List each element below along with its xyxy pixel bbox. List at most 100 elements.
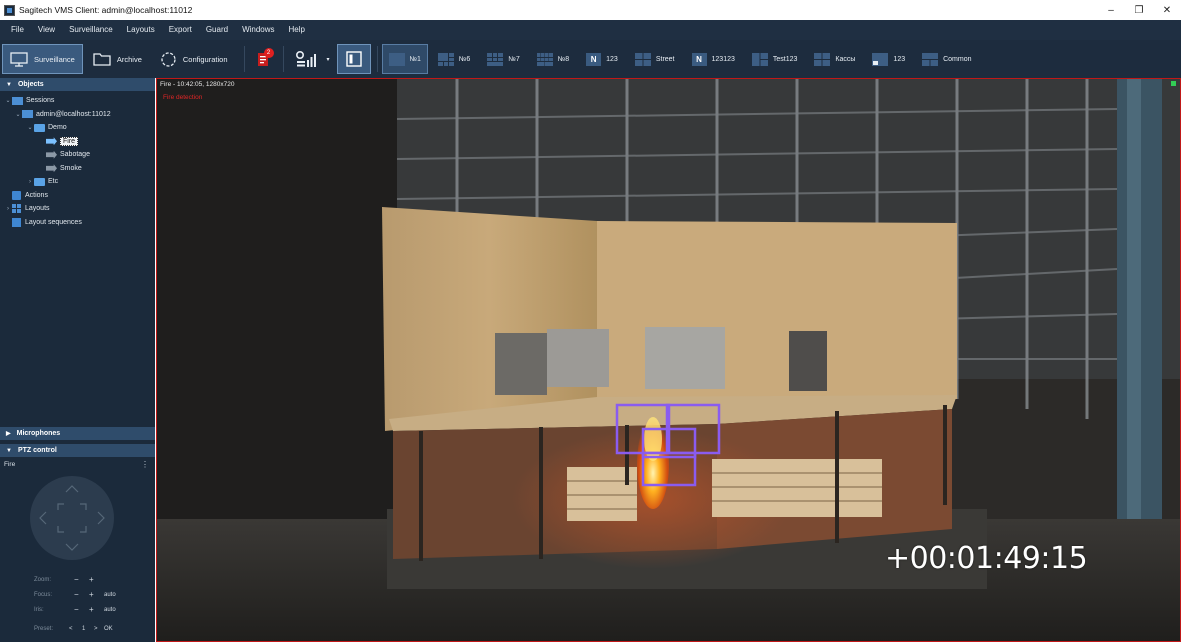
play-icon <box>12 217 21 227</box>
layout-tab-7[interactable]: №7 <box>480 44 526 74</box>
iris-plus-button[interactable]: + <box>89 605 94 614</box>
focus-auto-button[interactable]: auto <box>104 592 116 598</box>
menu-file[interactable]: File <box>4 20 31 40</box>
microphones-panel-header[interactable]: ▶ Microphones <box>0 427 155 440</box>
menu-view[interactable]: View <box>31 20 62 40</box>
tree-label: Layout sequences <box>25 218 82 226</box>
layout-tab-label: Test123 <box>772 55 798 63</box>
menu-help[interactable]: Help <box>282 20 312 40</box>
layout-tab-street[interactable]: Street <box>628 44 682 74</box>
layout-tab-kassy[interactable]: Кассы <box>807 44 862 74</box>
video-viewport[interactable]: Fire - 10:42:05, 1280x720 Fire detection… <box>156 78 1181 642</box>
recording-status-indicator <box>1171 81 1176 86</box>
grid-icon <box>634 52 651 66</box>
alerts-count-badge: 2 <box>263 48 274 58</box>
surveillance-button[interactable]: Surveillance <box>2 44 83 74</box>
ptz-panel: Fire ⋮ Zoom: − + Focus: − + auto Iris: −… <box>0 458 155 642</box>
tree-camera-fire[interactable]: Fire <box>0 135 155 149</box>
window-title: Sagitech VMS Client: admin@localhost:110… <box>19 5 193 15</box>
expand-icon: ▶ <box>6 431 11 437</box>
layout-tab-6[interactable]: №6 <box>431 44 477 74</box>
app-logo-icon <box>4 4 15 16</box>
zoom-label: Zoom: <box>34 577 52 583</box>
detection-alert-text: Fire detection <box>163 94 203 101</box>
camera-icon <box>46 137 57 146</box>
tree-sessions[interactable]: ⌄ Sessions <box>0 94 155 108</box>
layout-tab-test123[interactable]: Test123 <box>745 44 805 74</box>
chevron-right-icon[interactable]: › <box>4 206 12 212</box>
iris-label: Iris: <box>34 607 44 613</box>
layout-tab-1[interactable]: №1 <box>381 44 428 74</box>
tree-camera-smoke[interactable]: Smoke <box>0 162 155 176</box>
sidebar: ▼ Objects ⌄ Sessions ⌄ admin@localhost:1… <box>0 78 155 642</box>
tree-label: Etc <box>48 178 59 186</box>
tree-server[interactable]: ⌄ admin@localhost:11012 <box>0 108 155 122</box>
zoom-out-button[interactable]: − <box>74 575 79 584</box>
ptz-joystick[interactable] <box>30 476 114 560</box>
grid-icon <box>536 52 553 66</box>
chevron-down-icon[interactable]: ⌄ <box>14 111 22 118</box>
preset-ok-button[interactable]: OK <box>104 626 113 632</box>
sessions-icon <box>12 96 23 105</box>
iris-auto-button[interactable]: auto <box>104 607 116 613</box>
tree-folder-etc[interactable]: › Etc <box>0 175 155 189</box>
objects-panel-title: Objects <box>17 81 44 88</box>
tree-folder-demo[interactable]: ⌄ Demo <box>0 121 155 135</box>
layout-tab-123[interactable]: N 123 <box>579 44 625 74</box>
focus-minus-button[interactable]: − <box>74 590 79 599</box>
preset-next-button[interactable]: > <box>94 626 98 632</box>
layout-tab-label: №6 <box>458 55 471 63</box>
chevron-right-icon[interactable]: › <box>26 179 34 185</box>
toolbar-divider <box>376 46 378 72</box>
menu-windows[interactable]: Windows <box>235 20 281 40</box>
chevron-down-icon[interactable]: ⌄ <box>4 97 12 104</box>
main-toolbar: Surveillance Archive Configuration 2 ▾ №… <box>0 40 1181 78</box>
iris-minus-button[interactable]: − <box>74 605 79 614</box>
ptz-panel-header[interactable]: ▼ PTZ control <box>0 444 155 457</box>
ptz-preset-row: Preset: < 1 > OK <box>0 626 155 638</box>
focus-plus-button[interactable]: + <box>89 590 94 599</box>
menu-layouts[interactable]: Layouts <box>120 20 162 40</box>
stats-icon <box>295 50 316 67</box>
preset-label: Preset: <box>34 626 54 632</box>
tree-label: Sabotage <box>60 151 90 159</box>
layout-tab-label: 123 <box>893 55 906 63</box>
close-button[interactable]: ✕ <box>1153 0 1181 20</box>
preset-value[interactable]: 1 <box>82 626 85 632</box>
gear-icon <box>161 51 176 67</box>
monitor-icon <box>10 51 28 67</box>
layout-tab-123-grid[interactable]: 123 <box>865 44 912 74</box>
menu-surveillance[interactable]: Surveillance <box>62 20 120 40</box>
tree-camera-sabotage[interactable]: Sabotage <box>0 148 155 162</box>
grid-icon <box>814 52 831 66</box>
single-panel-toggle[interactable] <box>336 44 371 74</box>
layout-tab-common[interactable]: Common <box>915 44 978 74</box>
objects-panel-header[interactable]: ▼ Objects <box>0 78 155 91</box>
folder-icon <box>34 123 45 132</box>
tree-actions[interactable]: Actions <box>0 189 155 203</box>
layout-tab-123123[interactable]: N 123123 <box>685 44 742 74</box>
tree-label: Actions <box>25 191 48 199</box>
zoom-in-button[interactable]: + <box>89 575 94 584</box>
chevron-down-icon[interactable]: ⌄ <box>26 124 34 131</box>
tree-layout-sequences[interactable]: Layout sequences <box>0 216 155 230</box>
preset-prev-button[interactable]: < <box>69 626 73 632</box>
minimize-button[interactable]: – <box>1097 0 1125 20</box>
stats-dropdown-button[interactable]: ▾ <box>290 44 335 74</box>
layout-tab-8[interactable]: №8 <box>530 44 576 74</box>
restore-button[interactable]: ❐ <box>1125 0 1153 20</box>
more-options-icon[interactable]: ⋮ <box>141 460 149 469</box>
tree-layouts[interactable]: › Layouts <box>0 202 155 216</box>
joystick-arrows-icon <box>39 485 105 551</box>
panel-toggle-icon <box>345 51 362 67</box>
configuration-label: Configuration <box>182 54 228 64</box>
configuration-button[interactable]: Configuration <box>152 44 236 74</box>
archive-button[interactable]: Archive <box>85 44 150 74</box>
menu-export[interactable]: Export <box>162 20 199 40</box>
checkbox-icon <box>12 190 21 200</box>
window-controls: – ❐ ✕ <box>1097 0 1181 20</box>
grid-icon <box>922 52 939 66</box>
folder-icon <box>93 53 111 66</box>
alerts-button[interactable]: 2 <box>251 44 277 74</box>
menu-guard[interactable]: Guard <box>199 20 235 40</box>
